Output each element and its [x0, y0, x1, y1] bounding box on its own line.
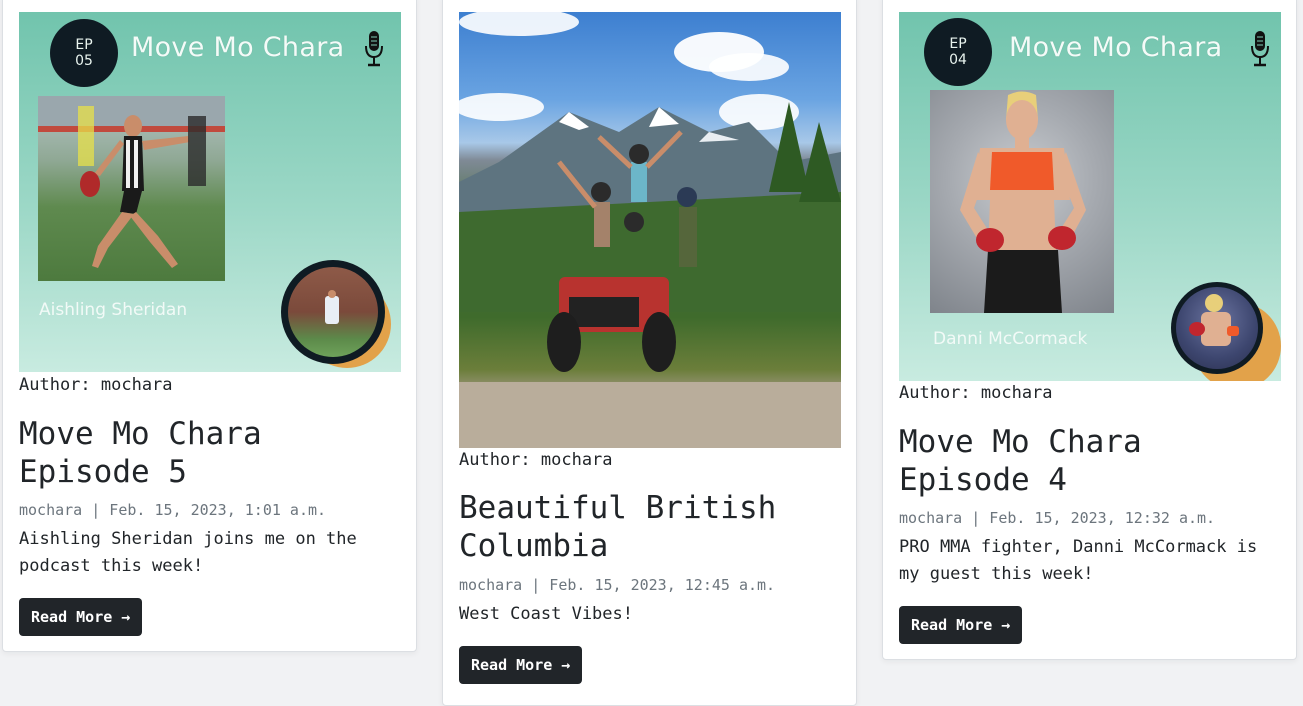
guest-avatar — [1171, 282, 1281, 381]
post-meta: mochara | Feb. 15, 2023, 1:01 a.m. — [19, 501, 327, 519]
post-excerpt: PRO MMA fighter, Danni McCormack is my g… — [899, 537, 1258, 584]
read-more-button[interactable]: Read More → — [459, 646, 583, 684]
read-more-button[interactable]: Read More → — [899, 606, 1023, 644]
landscape-illustration — [459, 12, 841, 448]
microphone-icon — [365, 31, 383, 67]
guest-name: Aishling Sheridan — [39, 300, 188, 320]
post-card: EP 04 Move Mo Chara Danni McCormack Auth… — [882, 0, 1297, 660]
post-title[interactable]: Move Mo Chara Episode 4 — [899, 423, 1199, 499]
podcast-title: Move Mo Chara — [131, 32, 345, 63]
post-title[interactable]: Move Mo Chara Episode 5 — [19, 415, 319, 491]
episode-cover-image[interactable]: EP 05 Move Mo Chara Aishling Sheridan — [19, 12, 401, 372]
post-photo[interactable] — [459, 12, 841, 448]
guest-photo — [38, 96, 225, 281]
guest-avatar — [281, 260, 391, 370]
athlete-figure — [38, 96, 225, 268]
guest-photo — [930, 90, 1114, 313]
post-card: Author: mochara Beautiful British Columb… — [442, 0, 857, 706]
episode-cover-image[interactable]: EP 04 Move Mo Chara Danni McCormack — [899, 12, 1281, 381]
post-author: Author: mochara — [459, 450, 613, 470]
microphone-icon — [1251, 31, 1269, 67]
post-excerpt: West Coast Vibes! — [459, 604, 633, 624]
post-author: Author: mochara — [899, 383, 1053, 403]
post-excerpt: Aishling Sheridan joins me on the podcas… — [19, 529, 357, 576]
post-meta: mochara | Feb. 15, 2023, 12:45 a.m. — [459, 576, 776, 594]
read-more-button[interactable]: Read More → — [19, 598, 143, 636]
post-card: EP 05 Move Mo Chara Aishling Sheridan Au… — [2, 0, 417, 652]
episode-badge-number: 04 — [949, 52, 967, 68]
post-author: Author: mochara — [19, 375, 173, 395]
post-title[interactable]: Beautiful British Columbia — [459, 489, 849, 565]
guest-name: Danni McCormack — [933, 329, 1088, 349]
podcast-title: Move Mo Chara — [1009, 32, 1223, 63]
post-meta: mochara | Feb. 15, 2023, 12:32 a.m. — [899, 509, 1216, 527]
avatar-frame — [281, 260, 385, 364]
avatar-frame — [1171, 282, 1263, 374]
episode-badge-number: 05 — [75, 53, 93, 69]
episode-badge: EP 04 — [924, 18, 992, 86]
episode-badge-label: EP — [949, 36, 967, 52]
episode-badge: EP 05 — [50, 19, 118, 87]
fighter-figure — [960, 91, 1086, 313]
episode-badge-label: EP — [75, 37, 93, 53]
